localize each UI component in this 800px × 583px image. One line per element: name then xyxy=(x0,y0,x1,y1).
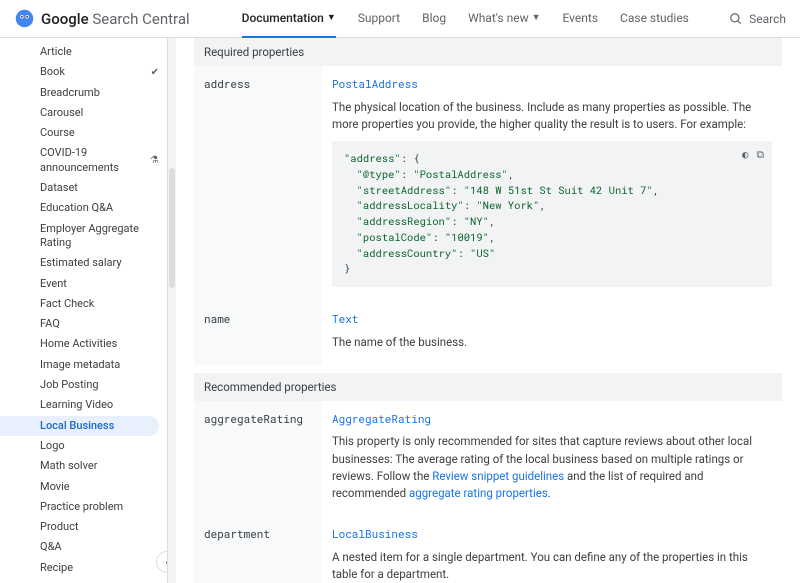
property-desc: The physical location of the business. I… xyxy=(332,99,772,134)
nav-support[interactable]: Support xyxy=(358,0,400,38)
sidebar-item[interactable]: Book✔ xyxy=(0,62,167,82)
sidebar-item[interactable]: Image metadata xyxy=(0,355,167,375)
nav-documentation[interactable]: Documentation▼ xyxy=(242,0,336,38)
sidebar-item[interactable]: Breadcrumb xyxy=(0,83,167,103)
section-required: Required properties xyxy=(194,38,782,66)
nav-whatsnew[interactable]: What's new▼ xyxy=(468,0,540,38)
link[interactable]: aggregate rating properties xyxy=(409,486,548,500)
code-block: ◐⧉"address": { "@type": "PostalAddress",… xyxy=(332,141,772,287)
search-button[interactable]: Search xyxy=(729,12,786,26)
sidebar-item[interactable]: Recipe xyxy=(0,558,167,578)
chevron-down-icon: ▼ xyxy=(327,12,336,23)
type-link[interactable]: PostalAddress xyxy=(332,76,418,93)
property-desc: The name of the business. xyxy=(332,334,772,351)
sidebar-item[interactable]: Carousel xyxy=(0,103,167,123)
sidebar-item[interactable]: Fact Check xyxy=(0,294,167,314)
property-desc: This property is only recommended for si… xyxy=(332,433,772,502)
sidebar-item[interactable]: Review snippet xyxy=(0,578,167,583)
logo-text: Google Search Central xyxy=(41,10,190,28)
property-name: department xyxy=(194,516,322,583)
type-link[interactable]: LocalBusiness xyxy=(332,526,418,543)
property-name: name xyxy=(194,301,322,365)
property-row: aggregateRating AggregateRating This pro… xyxy=(194,401,782,517)
top-header: Google Search Central Documentation▼ Sup… xyxy=(0,0,800,38)
sidebar-item[interactable]: COVID-19 announcements⚗ xyxy=(0,143,167,178)
search-icon xyxy=(729,12,743,26)
sidebar-item[interactable]: Employer Aggregate Rating xyxy=(0,219,167,254)
sidebar-item[interactable]: Article xyxy=(0,42,167,62)
top-nav: Documentation▼ Support Blog What's new▼ … xyxy=(242,0,689,38)
sidebar-item[interactable]: Local Business xyxy=(0,416,159,436)
nav-events[interactable]: Events xyxy=(563,0,599,38)
scrollbar-thumb[interactable] xyxy=(169,168,175,288)
copy-icon[interactable]: ⧉ xyxy=(757,147,765,163)
property-row: name Text The name of the business. xyxy=(194,301,782,365)
sidebar-item[interactable]: Course xyxy=(0,123,167,143)
sidebar-item[interactable]: FAQ xyxy=(0,314,167,334)
sidebar: ArticleBook✔BreadcrumbCarouselCourseCOVI… xyxy=(0,38,168,583)
link[interactable]: Review snippet guidelines xyxy=(432,469,564,483)
property-name: address xyxy=(194,66,322,301)
sidebar-item[interactable]: Home Activities xyxy=(0,334,167,354)
sidebar-item[interactable]: Job Posting xyxy=(0,375,167,395)
logo-icon xyxy=(14,8,35,29)
sidebar-item[interactable]: Estimated salary xyxy=(0,253,167,273)
chevron-down-icon: ▼ xyxy=(532,12,541,23)
sidebar-item[interactable]: Q&A xyxy=(0,537,167,557)
nav-blog[interactable]: Blog xyxy=(422,0,446,38)
sidebar-item[interactable]: Event xyxy=(0,274,167,294)
type-link[interactable]: AggregateRating xyxy=(332,411,431,428)
sidebar-item[interactable]: Education Q&A xyxy=(0,198,167,218)
property-desc: A nested item for a single department. Y… xyxy=(332,549,772,583)
sidebar-item[interactable]: Learning Video xyxy=(0,395,167,415)
nav-casestudies[interactable]: Case studies xyxy=(620,0,689,38)
section-recommended: Recommended properties xyxy=(194,373,782,401)
scrollbar[interactable] xyxy=(168,38,176,583)
sidebar-item[interactable]: Product xyxy=(0,517,167,537)
property-row: address PostalAddress The physical locat… xyxy=(194,66,782,301)
property-name: aggregateRating xyxy=(194,401,322,517)
theme-icon[interactable]: ◐ xyxy=(742,147,748,163)
sidebar-item[interactable]: Math solver xyxy=(0,456,167,476)
main-content: Required properties address PostalAddres… xyxy=(176,38,800,583)
logo[interactable]: Google Search Central xyxy=(14,8,190,29)
sidebar-item[interactable]: Dataset xyxy=(0,178,167,198)
type-link[interactable]: Text xyxy=(332,311,358,328)
sidebar-item[interactable]: Movie xyxy=(0,477,167,497)
sidebar-item[interactable]: Practice problem xyxy=(0,497,167,517)
property-row: department LocalBusiness A nested item f… xyxy=(194,516,782,583)
sidebar-item[interactable]: Logo xyxy=(0,436,167,456)
